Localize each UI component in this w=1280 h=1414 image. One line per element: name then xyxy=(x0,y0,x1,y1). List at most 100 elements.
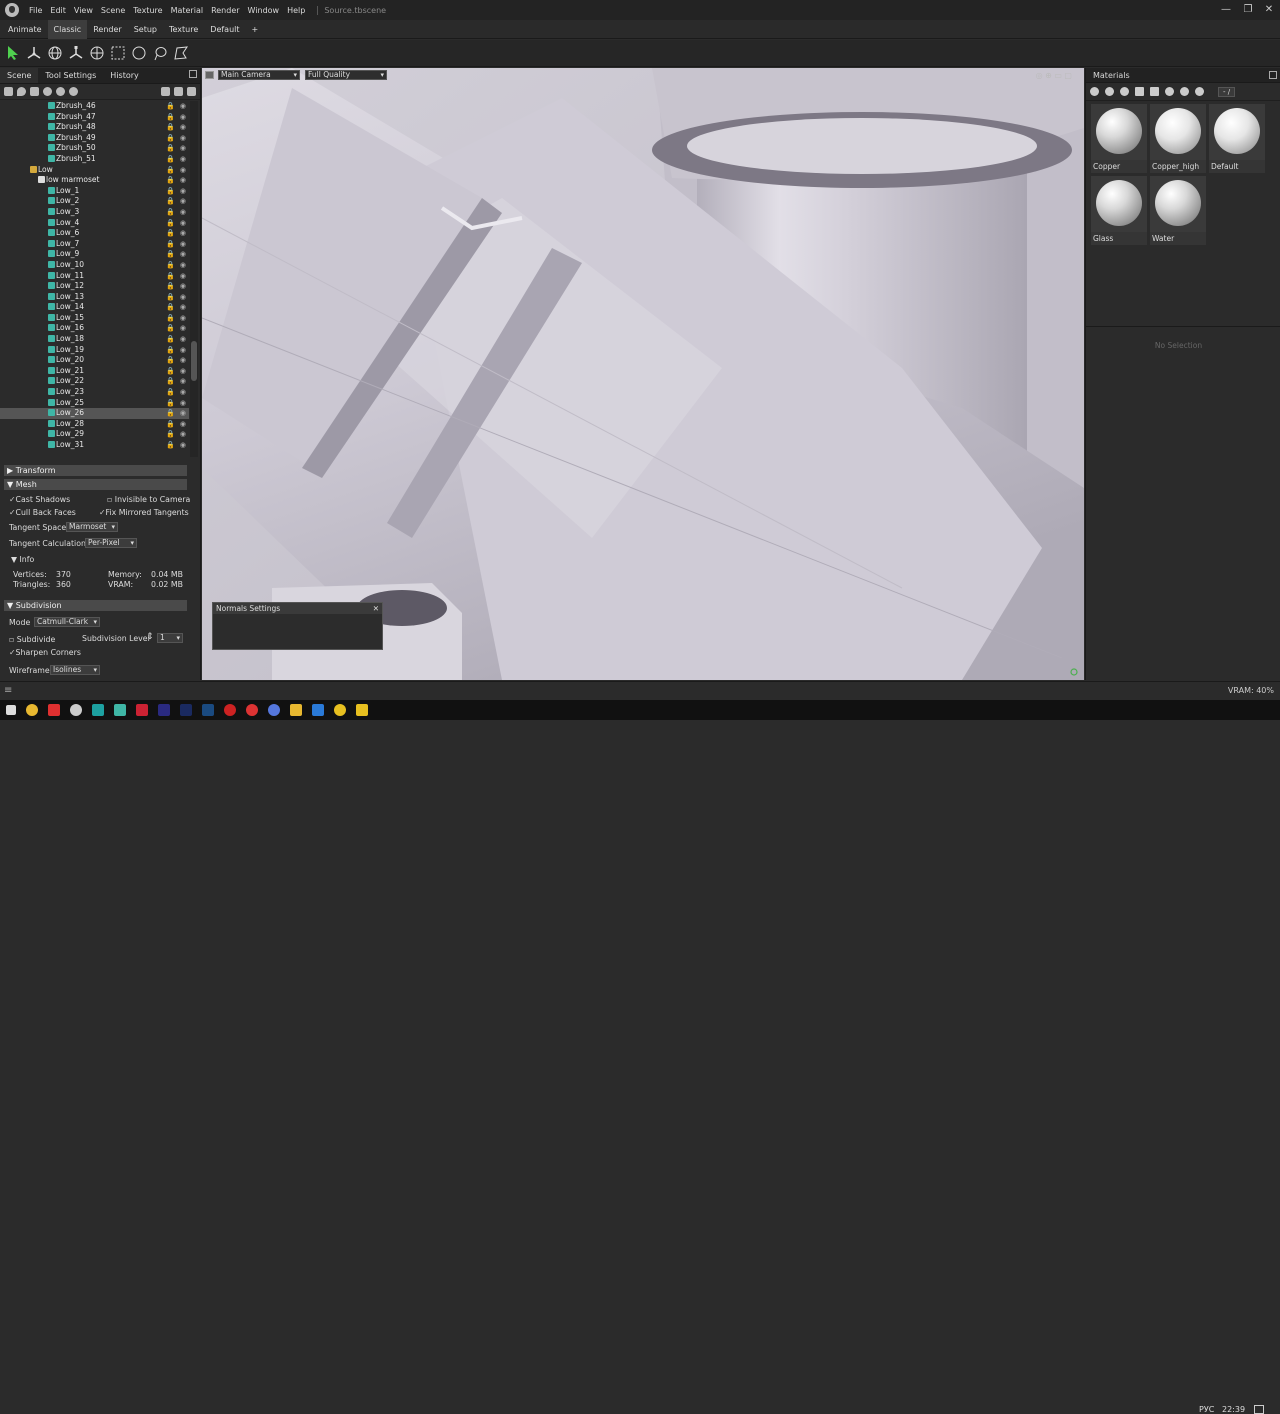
premiere-icon[interactable] xyxy=(158,704,170,716)
visibility-eye-icon[interactable]: ◉ xyxy=(180,292,186,303)
visibility-eye-icon[interactable]: ◉ xyxy=(180,376,186,387)
material-swatch[interactable]: Water xyxy=(1150,176,1206,245)
lock-icon[interactable]: 🔒 xyxy=(166,239,175,250)
visibility-eye-icon[interactable]: ◉ xyxy=(180,408,186,419)
tree-row[interactable]: Low_4 🔒 ◉ xyxy=(0,218,189,229)
folder-icon[interactable] xyxy=(161,87,170,96)
lock-icon[interactable]: 🔒 xyxy=(166,440,175,451)
tab-add[interactable]: + xyxy=(246,20,265,39)
tab-history[interactable]: History xyxy=(103,68,145,83)
lock-icon[interactable]: 🔒 xyxy=(166,345,175,356)
info-section[interactable]: ▼ Info xyxy=(11,555,34,564)
quality-dropdown[interactable]: Full Quality xyxy=(305,70,387,80)
subdivide-checkbox[interactable]: ▫ Subdivide xyxy=(9,635,55,644)
tree-row[interactable]: Low_28 🔒 ◉ xyxy=(0,419,189,430)
lock-icon[interactable]: 🔒 xyxy=(166,165,175,176)
tree-row[interactable]: Low_3 🔒 ◉ xyxy=(0,207,189,218)
lasso-select-icon[interactable] xyxy=(151,44,169,62)
close-icon[interactable]: ✕ xyxy=(1263,4,1275,16)
maximize-icon[interactable]: ❐ xyxy=(1242,4,1254,16)
section-mesh[interactable]: ▼ Mesh xyxy=(4,479,187,490)
visibility-eye-icon[interactable]: ◉ xyxy=(180,345,186,356)
visibility-eye-icon[interactable]: ◉ xyxy=(180,271,186,282)
tree-row[interactable]: Low_6 🔒 ◉ xyxy=(0,228,189,239)
tree-row[interactable]: Low 🔒 ◉ xyxy=(0,165,189,176)
fix-mirrored-tangents-checkbox[interactable]: ✓Fix Mirrored Tangents xyxy=(99,508,189,517)
lock-icon[interactable]: 🔒 xyxy=(166,249,175,260)
tree-row[interactable]: Zbrush_51 🔒 ◉ xyxy=(0,154,189,165)
folder-icon[interactable] xyxy=(1135,87,1144,96)
rect-select-icon[interactable] xyxy=(109,44,127,62)
menu-texture[interactable]: Texture xyxy=(129,6,166,15)
visibility-eye-icon[interactable]: ◉ xyxy=(180,218,186,229)
invisible-to-camera-checkbox[interactable]: ▫ Invisible to Camera xyxy=(107,495,190,504)
pivot-gizmo-icon[interactable] xyxy=(88,44,106,62)
visibility-eye-icon[interactable]: ◉ xyxy=(180,133,186,144)
visibility-eye-icon[interactable]: ◉ xyxy=(180,387,186,398)
app-icon[interactable] xyxy=(70,704,82,716)
add-object-icon[interactable] xyxy=(4,87,13,96)
lock-icon[interactable]: 🔒 xyxy=(166,175,175,186)
tree-row[interactable]: Low_23 🔒 ◉ xyxy=(0,387,189,398)
camera-dropdown[interactable]: Main Camera xyxy=(218,70,300,80)
tree-row[interactable]: Low_31 🔒 ◉ xyxy=(0,440,189,451)
material-swatch[interactable]: Copper_high xyxy=(1150,104,1206,173)
lock-icon[interactable]: 🔒 xyxy=(166,228,175,239)
visibility-eye-icon[interactable]: ◉ xyxy=(180,154,186,165)
clock[interactable]: 22:39 xyxy=(1222,1405,1245,1414)
visibility-eye-icon[interactable]: ◉ xyxy=(180,366,186,377)
lock-icon[interactable]: 🔒 xyxy=(166,133,175,144)
material-swatch[interactable]: Default xyxy=(1209,104,1265,173)
tangent-calc-dropdown[interactable]: Per-Pixel xyxy=(85,538,137,548)
tree-scroll-thumb[interactable] xyxy=(191,341,197,381)
visibility-eye-icon[interactable]: ◉ xyxy=(180,323,186,334)
lock-icon[interactable]: 🔒 xyxy=(166,154,175,165)
lock-icon[interactable]: 🔒 xyxy=(166,271,175,282)
tree-row[interactable]: Low_7 🔒 ◉ xyxy=(0,239,189,250)
lock-icon[interactable]: 🔒 xyxy=(166,101,175,112)
visibility-eye-icon[interactable]: ◉ xyxy=(180,101,186,112)
add-render-icon[interactable] xyxy=(69,87,78,96)
visibility-eye-icon[interactable]: ◉ xyxy=(180,440,186,451)
windows-start-icon[interactable] xyxy=(6,705,16,715)
app-icon[interactable] xyxy=(312,704,324,716)
app-icon[interactable] xyxy=(334,704,346,716)
visibility-eye-icon[interactable]: ◉ xyxy=(180,313,186,324)
menu-scene[interactable]: Scene xyxy=(97,6,129,15)
lock-icon[interactable]: 🔒 xyxy=(166,398,175,409)
menu-window[interactable]: Window xyxy=(244,6,284,15)
lock-icon[interactable]: 🔒 xyxy=(166,334,175,345)
lock-icon[interactable]: 🔒 xyxy=(166,313,175,324)
visibility-eye-icon[interactable]: ◉ xyxy=(180,239,186,250)
lock-icon[interactable]: 🔒 xyxy=(166,196,175,207)
lock-icon[interactable]: 🔒 xyxy=(166,143,175,154)
tree-row[interactable]: Low_11 🔒 ◉ xyxy=(0,271,189,282)
lock-icon[interactable]: 🔒 xyxy=(166,218,175,229)
lock-icon[interactable]: 🔒 xyxy=(166,419,175,430)
lock-icon[interactable]: 🔒 xyxy=(166,376,175,387)
remove-material-icon[interactable] xyxy=(1120,87,1129,96)
tree-row[interactable]: Low_13 🔒 ◉ xyxy=(0,292,189,303)
app-icon[interactable] xyxy=(356,704,368,716)
select-arrow-icon[interactable] xyxy=(4,44,22,62)
add-sky-icon[interactable] xyxy=(43,87,52,96)
subdiv-level-stepper[interactable]: ⇕ xyxy=(146,632,154,642)
tree-row[interactable]: Zbrush_46 🔒 ◉ xyxy=(0,101,189,112)
add-material-icon[interactable] xyxy=(1090,87,1099,96)
apply-icon[interactable] xyxy=(1180,87,1189,96)
tree-row[interactable]: Zbrush_47 🔒 ◉ xyxy=(0,112,189,123)
lock-icon[interactable]: 🔒 xyxy=(166,387,175,398)
lock-icon[interactable]: 🔒 xyxy=(166,366,175,377)
tree-row[interactable]: Low_15 🔒 ◉ xyxy=(0,313,189,324)
lock-icon[interactable]: 🔒 xyxy=(166,408,175,419)
visibility-eye-icon[interactable]: ◉ xyxy=(180,165,186,176)
visibility-eye-icon[interactable]: ◉ xyxy=(180,143,186,154)
visibility-eye-icon[interactable]: ◉ xyxy=(180,228,186,239)
visibility-eye-icon[interactable]: ◉ xyxy=(180,355,186,366)
add-shadow-icon[interactable] xyxy=(56,87,65,96)
marmoset-icon[interactable] xyxy=(224,704,236,716)
folder-icon[interactable] xyxy=(290,704,302,716)
visibility-eye-icon[interactable]: ◉ xyxy=(180,207,186,218)
lock-icon[interactable]: 🔒 xyxy=(166,260,175,271)
tab-default[interactable]: Default xyxy=(204,20,245,39)
